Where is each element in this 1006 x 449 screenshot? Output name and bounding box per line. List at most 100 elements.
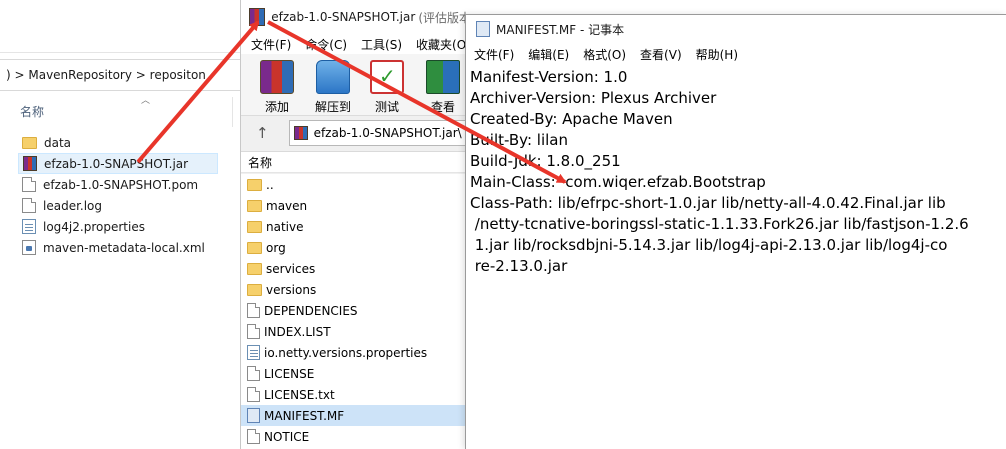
- folder-icon: [247, 199, 262, 212]
- file-name: maven-metadata-local.xml: [43, 240, 205, 255]
- breadcrumb[interactable]: ) > MavenRepository > repositon: [6, 68, 206, 82]
- winrar-title-bar[interactable]: efzab-1.0-SNAPSHOT.jar (评估版本: [241, 0, 471, 34]
- winrar-toolbar: 添加 解压到 测试 查看: [241, 54, 471, 116]
- extract-to-button-label: 解压到: [314, 100, 351, 114]
- text-line: re-2.13.0.jar: [470, 257, 568, 275]
- archive-entry-item[interactable]: MANIFEST.MF: [241, 405, 471, 426]
- archive-entry-item[interactable]: LICENSE.txt: [241, 384, 471, 405]
- column-header-name[interactable]: 名称: [20, 103, 44, 120]
- entry-name: INDEX.LIST: [264, 324, 331, 339]
- menu-file[interactable]: 文件(F): [251, 36, 291, 53]
- explorer-file-item[interactable]: leader.log: [18, 195, 218, 216]
- entry-name: ..: [266, 177, 274, 192]
- notepad-window: MANIFEST.MF - 记事本 文件(F) 编辑(E) 格式(O) 查看(V…: [465, 14, 1006, 449]
- extract-to-button[interactable]: 解压到: [307, 60, 359, 115]
- archive-entry-item[interactable]: services: [241, 258, 471, 279]
- entry-name: org: [266, 240, 286, 255]
- view-button[interactable]: 查看: [417, 60, 469, 115]
- menu-view[interactable]: 查看(V): [640, 46, 682, 63]
- entry-name: DEPENDENCIES: [264, 303, 358, 318]
- add-button-label: 添加: [264, 100, 289, 114]
- winrar-column-name-label: 名称: [248, 155, 273, 170]
- text-line: Build-Jdk: 1.8.0_251: [470, 152, 621, 170]
- archive-entry-list: .. maven native org services versions DEPENDEN…: [241, 174, 471, 449]
- file-icon: [247, 366, 260, 381]
- archive-entry-item[interactable]: maven: [241, 195, 471, 216]
- winrar-app-icon: [249, 8, 266, 26]
- notepad-app-icon: [476, 21, 490, 37]
- file-icon: [247, 387, 260, 402]
- entry-name: native: [266, 219, 304, 234]
- text-line: /netty-tcnative-boringssl-static-1.1.33.…: [470, 215, 969, 233]
- text-line: Archiver-Version: Plexus Archiver: [470, 89, 717, 107]
- file-name: data: [44, 135, 72, 150]
- properties-icon: [22, 219, 36, 234]
- archive-path-field[interactable]: efzab-1.0-SNAPSHOT.jar\: [288, 120, 471, 146]
- notepad-menu-bar: 文件(F) 编辑(E) 格式(O) 查看(V) 帮助(H): [466, 43, 1006, 65]
- text-line: Manifest-Version: 1.0: [470, 68, 628, 86]
- entry-name: NOTICE: [264, 429, 310, 444]
- entry-name: maven: [266, 198, 308, 213]
- archive-entry-item[interactable]: native: [241, 216, 471, 237]
- entry-name: LICENSE: [264, 366, 315, 381]
- entry-name: versions: [266, 282, 317, 297]
- menu-format[interactable]: 格式(O): [583, 46, 626, 63]
- file-icon: [22, 177, 36, 192]
- xml-icon: [22, 240, 36, 255]
- menu-favorites[interactable]: 收藏夹(O): [416, 36, 471, 53]
- entry-name: MANIFEST.MF: [264, 408, 345, 423]
- archive-entry-item[interactable]: NOTICE: [241, 426, 471, 447]
- menu-help[interactable]: 帮助(H): [696, 46, 738, 63]
- add-button[interactable]: 添加: [251, 60, 303, 115]
- folder-icon: [247, 283, 262, 296]
- explorer-file-item[interactable]: maven-metadata-local.xml: [18, 237, 218, 258]
- winrar-title: efzab-1.0-SNAPSHOT.jar: [271, 10, 416, 24]
- folder-icon: [247, 220, 262, 233]
- archive-entry-item[interactable]: INDEX.LIST: [241, 321, 471, 342]
- sort-up-icon: ︿: [141, 96, 151, 106]
- winrar-title-suffix: (评估版本: [418, 10, 471, 25]
- archive-entry-item[interactable]: ..: [241, 174, 471, 195]
- file-icon: [247, 429, 260, 444]
- view-button-label: 查看: [430, 100, 455, 114]
- archive-entry-item[interactable]: LICENSE: [241, 363, 471, 384]
- folder-icon: [247, 262, 262, 275]
- explorer-file-item[interactable]: efzab-1.0-SNAPSHOT.pom: [18, 174, 218, 195]
- winrar-path-bar: ↑ efzab-1.0-SNAPSHOT.jar\: [241, 117, 471, 149]
- archive-entry-item[interactable]: io.netty.versions.properties: [241, 342, 471, 363]
- menu-command[interactable]: 命令(C): [305, 36, 347, 53]
- archive-entry-item[interactable]: DEPENDENCIES: [241, 300, 471, 321]
- menu-file[interactable]: 文件(F): [474, 46, 514, 63]
- archive-add-icon: [260, 60, 294, 94]
- properties-icon: [247, 345, 260, 360]
- up-arrow-icon[interactable]: ↑: [256, 124, 269, 142]
- file-icon: [22, 198, 36, 213]
- file-name: efzab-1.0-SNAPSHOT.pom: [43, 177, 199, 192]
- file-name: leader.log: [43, 198, 103, 213]
- folder-icon: [247, 241, 262, 254]
- file-icon: [247, 303, 260, 318]
- menu-edit[interactable]: 编辑(E): [528, 46, 569, 63]
- archive-entry-item[interactable]: org: [241, 237, 471, 258]
- explorer-file-list: data efzab-1.0-SNAPSHOT.jar efzab-1.0-SNAP…: [18, 132, 218, 258]
- archive-entry-item[interactable]: versions: [241, 279, 471, 300]
- folder-icon: [247, 178, 262, 191]
- text-line: Built-By: lilan: [470, 131, 568, 149]
- archive-icon: [293, 126, 308, 140]
- winrar-column-header-name[interactable]: 名称: [241, 151, 471, 173]
- column-divider[interactable]: [232, 97, 233, 127]
- explorer-file-item[interactable]: log4j2.properties: [18, 216, 218, 237]
- menu-tools[interactable]: 工具(S): [361, 36, 402, 53]
- test-button[interactable]: 测试: [361, 60, 413, 115]
- winrar-window: efzab-1.0-SNAPSHOT.jar (评估版本 文件(F) 命令(C)…: [240, 0, 471, 449]
- explorer-file-item[interactable]: data: [18, 132, 218, 153]
- entry-name: LICENSE.txt: [264, 387, 335, 402]
- explorer-file-item[interactable]: efzab-1.0-SNAPSHOT.jar: [18, 153, 218, 174]
- text-editor-area[interactable]: Manifest-Version: 1.0 Archiver-Version: P…: [466, 65, 1006, 277]
- entry-name: io.netty.versions.properties: [264, 345, 428, 360]
- address-bar[interactable]: ) > MavenRepository > repositon: [0, 59, 240, 91]
- file-explorer-window: ) > MavenRepository > repositon ︿ 名称 dat…: [0, 52, 240, 449]
- text-line: Created-By: Apache Maven: [470, 110, 673, 128]
- notepad-title-bar[interactable]: MANIFEST.MF - 记事本: [466, 15, 1006, 43]
- file-name: efzab-1.0-SNAPSHOT.jar: [44, 156, 189, 171]
